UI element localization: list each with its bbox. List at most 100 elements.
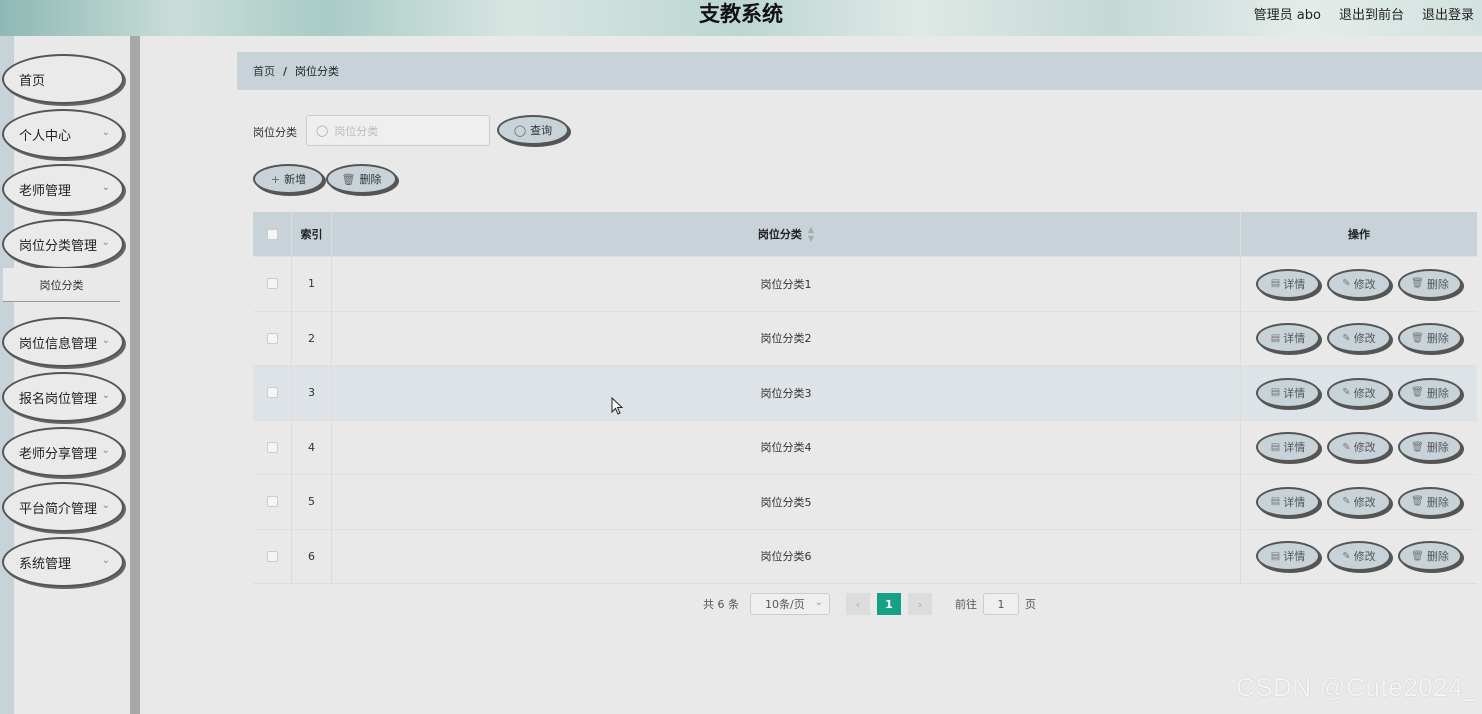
detail-label: 详情 [1283,386,1306,400]
table-row: 2 岗位分类2 ▤ 详情 ✎ 修改 🗑 删除 [253,310,1477,365]
plus-icon: + [270,172,281,186]
search-input[interactable]: ◯ 岗位分类 [306,115,490,146]
delete-button[interactable]: 🗑 删除 [1398,432,1462,463]
edit-button[interactable]: ✎ 修改 [1327,323,1391,354]
detail-button[interactable]: ▤ 详情 [1256,541,1320,572]
pencil-icon: ✎ [1342,387,1351,399]
mouse-cursor-icon [611,397,624,415]
chevron-down-icon: ⌄ [101,127,110,138]
delete-label: 删除 [1426,550,1449,564]
bulk-delete-button-label: 删除 [359,173,382,186]
row-index: 4 [292,420,332,474]
delete-button[interactable]: 🗑 删除 [1398,486,1462,517]
search-placeholder: 岗位分类 [334,124,379,138]
edit-label: 修改 [1353,495,1376,509]
top-header: 支教系统 管理员 abo 退出到前台 退出登录 [0,0,1482,36]
row-name: 岗位分类2 [332,311,1241,365]
trash-icon: 🗑 [1411,387,1424,399]
sidebar-item-personal-center[interactable]: 个人中心 ⌄ [2,109,124,159]
sidebar-item-job-info-management[interactable]: 岗位信息管理 ⌄ [2,317,124,367]
sort-icon[interactable]: ▲ ▼ [808,225,814,243]
query-button-label: 查询 [530,124,553,137]
pencil-icon: ✎ [1342,496,1351,508]
sidebar-item-label: 平台简介管理 [19,501,98,517]
row-name: 岗位分类5 [332,475,1241,529]
query-button[interactable]: ◯ 查询 [497,115,569,145]
row-checkbox[interactable] [266,387,278,399]
sidebar-subitem-category[interactable]: 岗位分类 [3,268,120,302]
detail-button[interactable]: ▤ 详情 [1256,432,1320,463]
row-name: 岗位分类6 [332,529,1241,583]
delete-button[interactable]: 🗑 删除 [1398,541,1462,572]
sidebar-item-teacher-management[interactable]: 老师管理 ⌄ [2,164,124,214]
sidebar-item-label: 系统管理 [19,556,72,572]
edit-button[interactable]: ✎ 修改 [1327,268,1391,299]
select-all-checkbox[interactable] [266,228,278,240]
chevron-right-icon: › [917,597,923,611]
detail-label: 详情 [1283,441,1306,455]
goto-page-input[interactable]: 1 [983,593,1019,615]
header-name[interactable]: 岗位分类 ▲ ▼ [332,212,1241,256]
header-check-cell [253,212,292,256]
delete-label: 删除 [1426,441,1449,455]
table-row: 5 岗位分类5 ▤ 详情 ✎ 修改 🗑 删除 [253,474,1477,529]
edit-button[interactable]: ✎ 修改 [1327,541,1391,572]
row-index: 5 [292,475,332,529]
detail-button[interactable]: ▤ 详情 [1256,486,1320,517]
row-checkbox[interactable] [266,278,278,290]
edit-button[interactable]: ✎ 修改 [1327,486,1391,517]
delete-button[interactable]: 🗑 删除 [1398,268,1462,299]
row-index: 3 [292,366,332,420]
sidebar-item-label: 首页 [19,73,46,89]
table-header: 索引 岗位分类 ▲ ▼ 操作 [253,212,1477,256]
sidebar-item-category-management[interactable]: 岗位分类管理 ⌄ [2,219,124,269]
page-number-current[interactable]: 1 [877,593,901,615]
admin-username[interactable]: 管理员 abo [1254,4,1321,23]
sidebar-item-system-management[interactable]: 系统管理 ⌄ [2,537,124,587]
document-icon: ▤ [1270,441,1281,453]
trash-icon: 🗑 [1411,332,1424,344]
page-size-select[interactable]: 10条/页 ⌄ [750,593,830,615]
trash-icon: 🗑 [1411,550,1424,562]
sidebar: 首页 个人中心 ⌄ 老师管理 ⌄ 岗位分类管理 ⌄ 岗位分类 岗位信息管理 ⌄ … [0,36,130,714]
edit-label: 修改 [1353,550,1376,564]
category-table: 索引 岗位分类 ▲ ▼ 操作 1 岗位分类1 ▤ 详情 ✎ 修改 🗑 删除 2 岗位分类… [253,212,1477,584]
detail-button[interactable]: ▤ 详情 [1256,268,1320,299]
row-name: 岗位分类3 [332,366,1241,420]
delete-button[interactable]: 🗑 删除 [1398,323,1462,354]
document-icon: ▤ [1270,550,1281,562]
edit-button[interactable]: ✎ 修改 [1327,377,1391,408]
row-checkbox[interactable] [266,441,278,453]
breadcrumb-home[interactable]: 首页 [253,63,275,79]
detail-button[interactable]: ▤ 详情 [1256,377,1320,408]
chevron-down-icon: ⌄ [814,597,823,608]
chevron-up-icon: ⌄ [101,237,110,248]
delete-label: 删除 [1426,332,1449,346]
row-name: 岗位分类4 [332,420,1241,474]
row-checkbox[interactable] [266,550,278,562]
prev-page-button[interactable]: ‹ [846,593,870,615]
exit-to-front-link[interactable]: 退出到前台 [1339,4,1404,23]
chevron-down-icon: ⌄ [101,500,110,511]
next-page-button[interactable]: › [908,593,932,615]
sidebar-item-platform-intro-management[interactable]: 平台简介管理 ⌄ [2,482,124,532]
bulk-delete-button[interactable]: 🗑 删除 [326,164,397,194]
chevron-down-icon: ⌄ [101,335,110,346]
trash-icon: 🗑 [1411,278,1424,290]
document-icon: ▤ [1270,278,1281,290]
edit-button[interactable]: ✎ 修改 [1327,432,1391,463]
detail-button[interactable]: ▤ 详情 [1256,323,1320,354]
chevron-down-icon: ⌄ [101,445,110,456]
watermark: CSDN @Cute2024_ [1235,672,1478,702]
delete-button[interactable]: 🗑 删除 [1398,377,1462,408]
chevron-down-icon: ⌄ [101,555,110,566]
sidebar-item-teacher-share-management[interactable]: 老师分享管理 ⌄ [2,427,124,477]
goto-label: 前往 [955,598,977,611]
row-checkbox[interactable] [266,496,278,508]
add-button[interactable]: + 新增 [253,164,324,194]
row-checkbox[interactable] [266,332,278,344]
logout-link[interactable]: 退出登录 [1422,4,1474,23]
chevron-left-icon: ‹ [855,597,861,611]
sidebar-item-home[interactable]: 首页 [2,54,124,104]
sidebar-item-application-management[interactable]: 报名岗位管理 ⌄ [2,372,124,422]
